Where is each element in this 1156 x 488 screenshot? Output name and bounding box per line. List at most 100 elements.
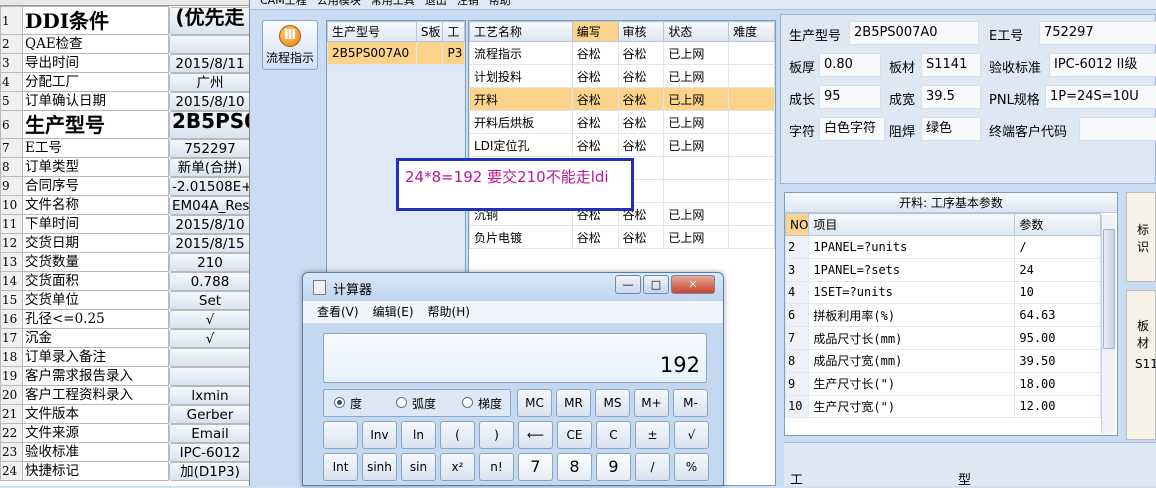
sheet-cell-value[interactable]: 广州 <box>169 72 249 92</box>
maximize-icon[interactable]: □ <box>643 275 669 294</box>
sheet-cell-value[interactable] <box>169 34 249 54</box>
sheet-cell-value[interactable]: 2B5PS0 <box>169 110 249 139</box>
table-row[interactable]: 负片电镀 谷松 谷松 已上网 <box>469 225 775 249</box>
mask-field[interactable]: 绿色 <box>921 117 981 141</box>
customer-code-field[interactable] <box>1079 117 1156 141</box>
sheet-cell-label[interactable]: 交货日期 <box>22 233 169 253</box>
calc-key[interactable]: Int <box>323 453 358 481</box>
sheet-cell-label[interactable]: E工号 <box>22 138 169 158</box>
angle-mode-radio[interactable] <box>334 397 345 408</box>
param-value[interactable]: 24 <box>1014 257 1101 282</box>
sheet-cell-label[interactable]: 订单类型 <box>22 157 169 177</box>
sheet-cell-value[interactable]: 新单(合拼) <box>169 157 249 177</box>
width-field[interactable]: 39.5 <box>921 85 981 109</box>
minimize-icon[interactable]: — <box>615 275 641 294</box>
sheet-cell-label[interactable]: 文件名称 <box>22 195 169 215</box>
param-value[interactable]: 18.00 <box>1014 371 1101 396</box>
angle-mode-radio[interactable] <box>462 397 473 408</box>
calc-menu-item[interactable]: 编辑(E) <box>373 305 414 319</box>
process-params-grid[interactable]: 开料: 工序基本参数 NO 项目 参数 2 1PANEL=?units/3 1PANEL… <box>784 192 1118 436</box>
model-grid-header[interactable]: S板 <box>415 21 444 42</box>
calc-key[interactable]: ± <box>635 421 670 449</box>
sheet-cell-value[interactable]: IPC-6012 <box>169 442 249 462</box>
table-row[interactable]: 2 1PANEL=?units / <box>784 235 1101 259</box>
sheet-cell-value[interactable]: √ <box>169 328 249 348</box>
sheet-cell-label[interactable]: 客户需求报告录入 <box>22 366 169 386</box>
char-field[interactable]: 白色字符 <box>819 117 885 141</box>
table-row[interactable]: 计划投料 谷松 谷松 已上网 <box>469 64 775 88</box>
calc-key[interactable]: sinh <box>362 453 397 481</box>
table-row[interactable]: 4 1SET=?units 10 <box>784 280 1101 305</box>
menu-item[interactable]: 帮助 <box>489 0 511 6</box>
sheet-cell-value[interactable]: -2.01508E+ <box>169 176 249 196</box>
length-field[interactable]: 95 <box>819 85 881 109</box>
sheet-cell-value[interactable]: 2015/8/11 <box>169 53 249 73</box>
calc-key[interactable]: ) <box>479 421 514 449</box>
sheet-cell-value[interactable]: 210 <box>169 252 249 272</box>
calculator-window[interactable]: 计算器 — □ ✕ 查看(V) 编辑(E) 帮助(H) 192 度 弧度 梯度 MC MR… <box>302 272 724 486</box>
calc-key[interactable]: CE <box>557 421 592 449</box>
param-value[interactable]: 39.50 <box>1014 348 1101 373</box>
param-value[interactable]: 12.00 <box>1014 394 1101 419</box>
calc-menu-item[interactable]: 帮助(H) <box>428 305 470 319</box>
table-row[interactable]: 9 生产尺寸长(") 18.00 <box>784 371 1101 396</box>
param-value[interactable]: 64.63 <box>1014 303 1101 328</box>
material-field[interactable]: S1141 <box>921 53 981 77</box>
sheet-cell-value[interactable]: lxmin <box>169 385 249 405</box>
calc-key[interactable]: sin <box>401 453 436 481</box>
process-grid-header[interactable]: 难度 <box>728 21 775 42</box>
sheet-cell-label[interactable]: 孔径<=0.25 <box>22 309 169 329</box>
sheet-cell-label[interactable]: 生产型号 <box>22 110 169 139</box>
calculator-titlebar[interactable]: 计算器 — □ ✕ <box>303 273 723 301</box>
params-header[interactable]: 项目 <box>808 213 1016 236</box>
sheet-cell-label[interactable]: 文件版本 <box>22 404 169 424</box>
angle-mode-radio[interactable] <box>396 397 407 408</box>
sheet-cell-value[interactable]: 0.788 <box>169 271 249 291</box>
sheet-cell-label[interactable]: 沉金 <box>22 328 169 348</box>
param-value[interactable]: / <box>1014 235 1101 259</box>
sheet-cell-value[interactable] <box>169 366 249 386</box>
table-row[interactable]: 10 生产尺寸宽(") 12.00 <box>784 394 1101 419</box>
sheet-cell-label[interactable]: 下单时间 <box>22 214 169 234</box>
calc-key[interactable]: MC <box>517 389 552 417</box>
sheet-cell-label[interactable]: 交货数量 <box>22 252 169 272</box>
params-header[interactable]: NO <box>784 213 810 236</box>
calc-key[interactable]: x² <box>440 453 475 481</box>
standard-field[interactable]: IPC-6012 II级 <box>1049 53 1156 77</box>
sheet-cell-label[interactable]: 快捷标记 <box>22 461 169 481</box>
pnl-field[interactable]: 1P=24S=10U <box>1045 85 1156 109</box>
sheet-cell-value[interactable]: 2015/8/10 <box>169 214 249 234</box>
flow-indicator-button[interactable]: Ⅲ 流程指示 <box>262 20 318 70</box>
sheet-cell-label[interactable]: 交货面积 <box>22 271 169 291</box>
sheet-cell-value[interactable]: Gerber <box>169 404 249 424</box>
sheet-cell-value[interactable]: 2015/8/10 <box>169 91 249 111</box>
table-row[interactable]: 开料 谷松 谷松 已上网 <box>469 87 775 111</box>
sheet-cell-value[interactable]: Set <box>169 290 249 310</box>
sheet-cell-label[interactable]: 导出时间 <box>22 53 169 73</box>
thickness-field[interactable]: 0.80 <box>819 53 881 77</box>
sheet-cell-value[interactable] <box>169 347 249 367</box>
table-row[interactable]: LDI定位孔 谷松 谷松 已上网 <box>469 133 775 157</box>
sheet-cell-label[interactable]: 订单录入备注 <box>22 347 169 367</box>
table-row[interactable]: 7 成品尺寸长(mm) 95.00 <box>784 326 1101 350</box>
process-grid-header[interactable]: 审核 <box>617 21 665 42</box>
table-row[interactable]: 2B5PS007A0 P3 <box>327 41 465 65</box>
menu-item[interactable]: 退出 <box>425 0 447 6</box>
close-icon[interactable]: ✕ <box>671 275 715 294</box>
sheet-cell-label[interactable]: 文件来源 <box>22 423 169 443</box>
model-field[interactable]: 2B5PS007A0 <box>849 21 979 45</box>
calc-key[interactable]: Inv <box>362 421 397 449</box>
model-grid-header[interactable]: 工 <box>442 21 465 42</box>
params-scrollbar[interactable] <box>1101 215 1115 433</box>
scrollbar-thumb[interactable] <box>1103 229 1115 349</box>
sheet-cell-value[interactable]: 加(D1P3) <box>169 461 249 481</box>
sheet-cell-label[interactable]: 订单确认日期 <box>22 91 169 111</box>
param-value[interactable]: 95.00 <box>1014 326 1101 350</box>
calc-key[interactable]: M+ <box>634 389 669 417</box>
calc-key[interactable]: % <box>674 453 709 481</box>
calc-key[interactable]: 8 <box>557 453 592 481</box>
menu-item[interactable]: CAM工程 <box>260 0 307 6</box>
e-number-field[interactable]: 752297 <box>1039 21 1156 45</box>
sheet-cell-label[interactable]: DDI条件 <box>22 6 169 35</box>
process-grid-header[interactable]: 编写 <box>571 21 619 42</box>
